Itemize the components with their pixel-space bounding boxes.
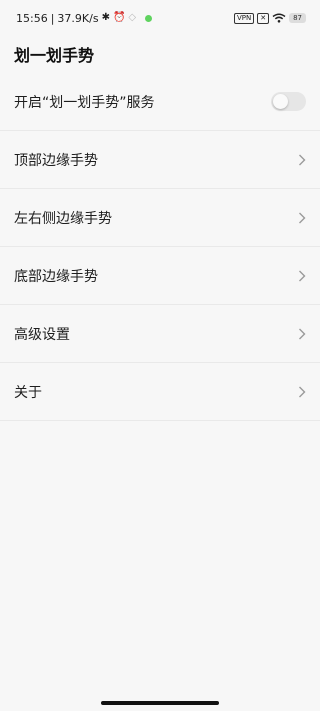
app-bar: 划一划手势 — [0, 36, 320, 72]
settings-row-side-edge-gesture[interactable]: 左右侧边缘手势 — [0, 189, 320, 247]
settings-row-label: 关于 — [14, 384, 42, 401]
vpn-icon: VPN — [233, 12, 255, 24]
settings-row-label: 左右侧边缘手势 — [14, 210, 112, 227]
settings-row-label: 高级设置 — [14, 326, 70, 343]
wifi-icon — [272, 13, 286, 23]
settings-row-service-toggle[interactable]: 开启“划一划手势”服务 — [0, 73, 320, 131]
nfc-icon: ◇ — [128, 12, 137, 23]
status-network-speed: 37.9K/s — [57, 11, 99, 25]
status-time: 15:56 — [16, 11, 48, 25]
settings-row-label: 顶部边缘手势 — [14, 152, 98, 169]
status-right: VPN ✕ 87 — [233, 12, 306, 24]
page-title: 划一划手势 — [14, 46, 95, 65]
settings-row-top-edge-gesture[interactable]: 顶部边缘手势 — [0, 131, 320, 189]
home-indicator[interactable] — [101, 701, 219, 705]
chevron-right-icon — [299, 212, 306, 223]
sim-disabled-icon: ✕ — [257, 12, 270, 24]
alarm-icon: ⏰ — [112, 12, 126, 23]
chevron-right-icon — [299, 386, 306, 397]
toggle-knob — [273, 94, 288, 109]
settings-list: 开启“划一划手势”服务 顶部边缘手势 左右侧边缘手势 底部边缘手势 高级设置 关… — [0, 73, 320, 421]
chevron-right-icon — [299, 328, 306, 339]
app-notification-icon: ✱ — [101, 12, 110, 23]
settings-row-label: 底部边缘手势 — [14, 268, 98, 285]
chevron-right-icon — [299, 154, 306, 165]
settings-row-advanced-settings[interactable]: 高级设置 — [0, 305, 320, 363]
settings-row-label: 开启“划一划手势”服务 — [14, 94, 155, 111]
status-separator: | — [50, 11, 55, 25]
service-toggle-switch[interactable] — [271, 92, 306, 111]
status-left: 15:56 | 37.9K/s ✱ ⏰ ◇ — [16, 11, 153, 25]
status-bar: 15:56 | 37.9K/s ✱ ⏰ ◇ VPN ✕ 87 — [0, 0, 320, 36]
settings-row-bottom-edge-gesture[interactable]: 底部边缘手势 — [0, 247, 320, 305]
green-dot-icon — [145, 14, 153, 22]
battery-icon: 87 — [289, 13, 306, 23]
chevron-right-icon — [299, 270, 306, 281]
settings-row-about[interactable]: 关于 — [0, 363, 320, 421]
